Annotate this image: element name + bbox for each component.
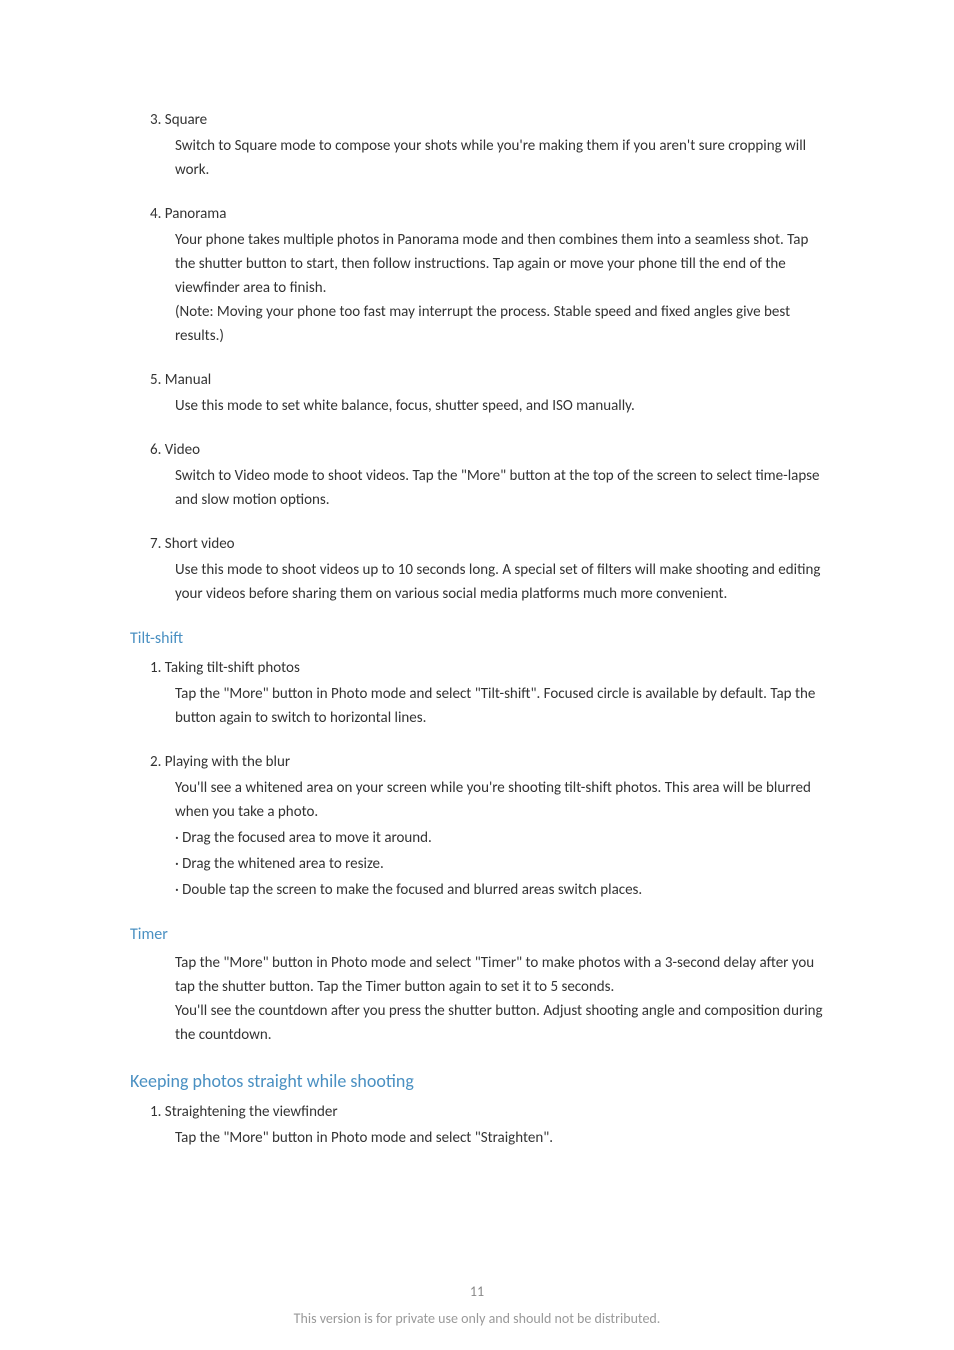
item-body: Switch to Square mode to compose your sh… (130, 134, 824, 182)
item-bullet: · Double tap the screen to make the focu… (175, 878, 824, 902)
item-name: Playing with the blur (165, 753, 290, 771)
item-name: Straightening the viewfinder (165, 1103, 338, 1121)
item-name: Video (165, 441, 200, 459)
item-paragraph: Switch to Square mode to compose your sh… (175, 134, 824, 182)
item-title: 5. Manual (130, 368, 824, 392)
item-name: Short video (165, 535, 235, 553)
item-number: 3. (150, 111, 161, 129)
item-bullet: · Drag the focused area to move it aroun… (175, 826, 824, 850)
item-body: Tap the "More" button in Photo mode and … (130, 951, 824, 1047)
list-item-7: 7. Short video Use this mode to shoot vi… (130, 532, 824, 606)
item-paragraph: Tap the "More" button in Photo mode and … (175, 1126, 824, 1150)
item-number: 7. (150, 535, 161, 553)
item-bullet: · Drag the whitened area to resize. (175, 852, 824, 876)
section-heading-timer: Timer (130, 922, 824, 948)
item-body: Tap the "More" button in Photo mode and … (130, 682, 824, 730)
item-title: 4. Panorama (130, 202, 824, 226)
item-number: 1. (150, 1103, 161, 1121)
item-body: Tap the "More" button in Photo mode and … (130, 1126, 824, 1150)
item-body: Use this mode to set white balance, focu… (130, 394, 824, 418)
timer-item: Tap the "More" button in Photo mode and … (130, 951, 824, 1047)
page-footer: 11 This version is for private use only … (0, 1281, 954, 1330)
item-paragraph: Tap the "More" button in Photo mode and … (175, 682, 824, 730)
section-heading-tilt-shift: Tilt-shift (130, 626, 824, 652)
page-number: 11 (0, 1281, 954, 1303)
item-body: Your phone takes multiple photos in Pano… (130, 228, 824, 348)
item-name: Square (165, 111, 207, 129)
item-paragraph: (Note: Moving your phone too fast may in… (175, 300, 824, 348)
item-number: 5. (150, 371, 161, 389)
item-paragraph: You'll see the countdown after you press… (175, 999, 824, 1047)
item-body: You'll see a whitened area on your scree… (130, 776, 824, 902)
item-name: Panorama (165, 205, 227, 223)
item-title: 6. Video (130, 438, 824, 462)
list-item-5: 5. Manual Use this mode to set white bal… (130, 368, 824, 418)
item-paragraph: Switch to Video mode to shoot videos. Ta… (175, 464, 824, 512)
item-paragraph: Your phone takes multiple photos in Pano… (175, 228, 824, 300)
tiltshift-item-1: 1. Taking tilt-shift photos Tap the "Mor… (130, 656, 824, 730)
keeping-item-1: 1. Straightening the viewfinder Tap the … (130, 1100, 824, 1150)
item-number: 1. (150, 659, 161, 677)
item-paragraph: Use this mode to set white balance, focu… (175, 394, 824, 418)
item-name: Taking tilt-shift photos (165, 659, 300, 677)
item-body: Use this mode to shoot videos up to 10 s… (130, 558, 824, 606)
item-number: 2. (150, 753, 161, 771)
item-paragraph: You'll see a whitened area on your scree… (175, 776, 824, 824)
item-number: 4. (150, 205, 161, 223)
tiltshift-item-2: 2. Playing with the blur You'll see a wh… (130, 750, 824, 902)
item-title: 1. Straightening the viewfinder (130, 1100, 824, 1124)
item-title: 1. Taking tilt-shift photos (130, 656, 824, 680)
item-paragraph: Use this mode to shoot videos up to 10 s… (175, 558, 824, 606)
item-title: 2. Playing with the blur (130, 750, 824, 774)
item-title: 7. Short video (130, 532, 824, 556)
list-item-4: 4. Panorama Your phone takes multiple ph… (130, 202, 824, 348)
item-body: Switch to Video mode to shoot videos. Ta… (130, 464, 824, 512)
item-number: 6. (150, 441, 161, 459)
list-item-6: 6. Video Switch to Video mode to shoot v… (130, 438, 824, 512)
list-item-3: 3. Square Switch to Square mode to compo… (130, 108, 824, 182)
item-title: 3. Square (130, 108, 824, 132)
section-heading-keeping-straight: Keeping photos straight while shooting (130, 1067, 824, 1096)
item-paragraph: Tap the "More" button in Photo mode and … (175, 951, 824, 999)
footer-notice: This version is for private use only and… (0, 1308, 954, 1330)
item-name: Manual (165, 371, 211, 389)
